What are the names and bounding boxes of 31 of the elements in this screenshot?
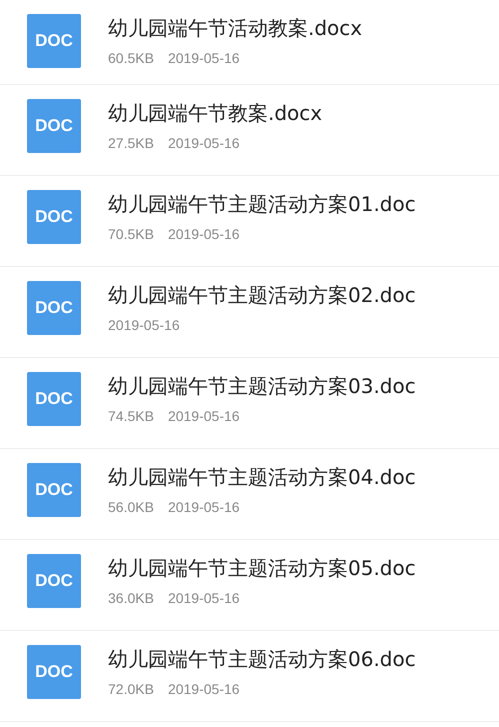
file-date: 2019-05-16: [168, 135, 240, 151]
doc-file-icon: DOC: [27, 372, 81, 426]
file-name[interactable]: 幼儿园端午节活动教案.docx: [108, 15, 362, 42]
doc-file-icon: DOC: [27, 462, 81, 516]
file-name[interactable]: 幼儿园端午节主题活动方案06.doc: [108, 646, 416, 673]
doc-file-icon: DOC: [27, 644, 81, 698]
file-size: 74.5KB: [108, 408, 154, 424]
file-size: 72.0KB: [108, 681, 154, 697]
file-date: 2019-05-16: [108, 317, 180, 333]
doc-file-icon: DOC: [27, 280, 81, 334]
file-date: 2019-05-16: [168, 226, 240, 242]
file-date: 2019-05-16: [168, 408, 240, 424]
file-size: 56.0KB: [108, 499, 154, 515]
file-date: 2019-05-16: [168, 681, 240, 697]
doc-file-icon: DOC: [27, 190, 81, 244]
file-size: 60.5KB: [108, 50, 154, 66]
file-name[interactable]: 幼儿园端午节主题活动方案03.doc: [108, 373, 416, 400]
file-name[interactable]: 幼儿园端午节教案.docx: [108, 100, 322, 127]
file-name[interactable]: 幼儿园端午节主题活动方案02.doc: [108, 282, 416, 309]
file-name[interactable]: 幼儿园端午节主题活动方案05.doc: [108, 555, 416, 582]
file-size: 70.5KB: [108, 226, 154, 242]
file-date: 2019-05-16: [168, 50, 240, 66]
doc-file-icon: DOC: [27, 98, 81, 152]
doc-file-icon: DOC: [27, 554, 81, 608]
doc-file-icon: DOC: [27, 14, 81, 68]
file-name[interactable]: 幼儿园端午节主题活动方案04.doc: [108, 464, 416, 491]
file-date: 2019-05-16: [168, 499, 240, 515]
file-name[interactable]: 幼儿园端午节主题活动方案01.doc: [108, 191, 416, 218]
file-size: 36.0KB: [108, 590, 154, 606]
file-size: 27.5KB: [108, 135, 154, 151]
file-date: 2019-05-16: [168, 590, 240, 606]
